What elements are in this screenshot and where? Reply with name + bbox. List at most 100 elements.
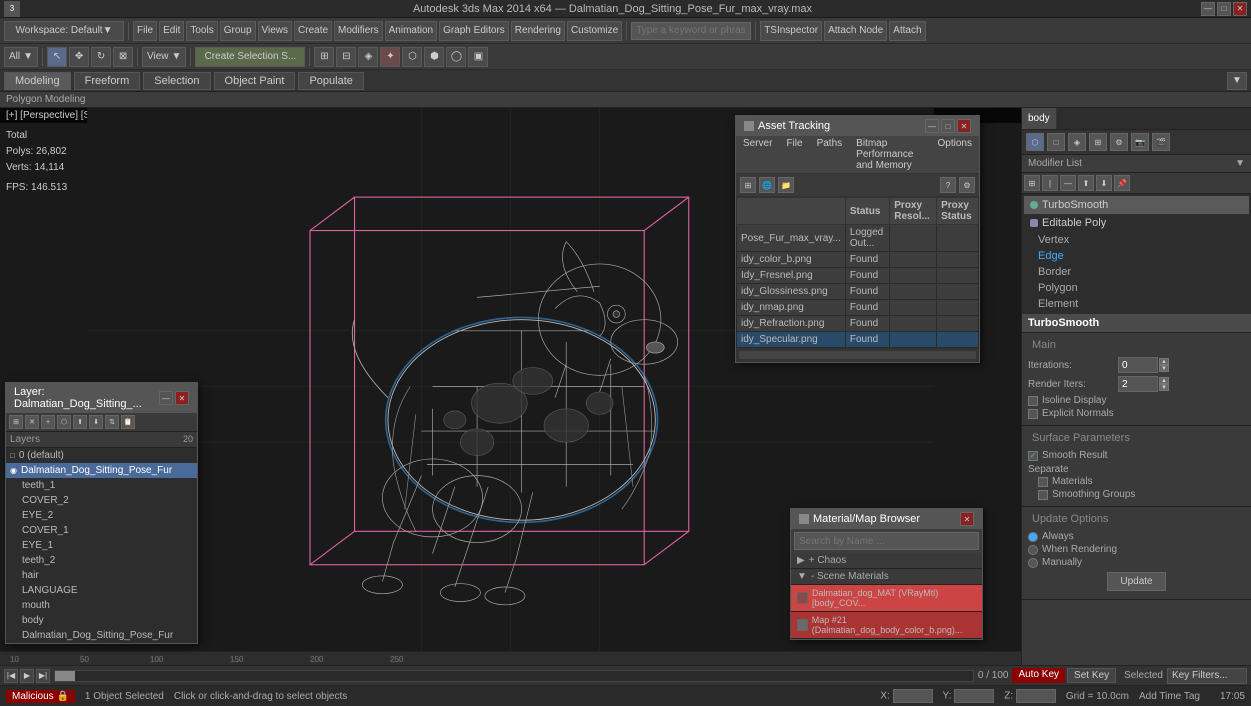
tool5[interactable]: ⬡ [402, 47, 422, 67]
tool8[interactable]: ▣ [468, 47, 488, 67]
rotate-tool[interactable]: ↻ [91, 47, 111, 67]
layer-item-eye1[interactable]: EYE_1 [6, 538, 197, 553]
tab-object-paint[interactable]: Object Paint [214, 72, 296, 90]
manually-option[interactable]: Manually [1028, 557, 1245, 568]
timeline-track[interactable] [54, 670, 974, 682]
ri-down[interactable]: ▼ [1159, 384, 1169, 391]
tool4[interactable]: ✦ [380, 47, 400, 67]
table-row[interactable]: idy_Specular.png Found [737, 332, 979, 348]
layer-item-default[interactable]: □ 0 (default) [6, 448, 197, 463]
customize-menu[interactable]: Customize [567, 21, 622, 41]
prev-frame-btn[interactable]: |◀ [4, 669, 18, 683]
rendering-menu[interactable]: Rendering [511, 21, 565, 41]
mod-icon-4[interactable]: ⬆ [1078, 175, 1094, 191]
table-row[interactable]: idy_nmap.png Found [737, 300, 979, 316]
render-iters-input[interactable] [1118, 376, 1158, 392]
mat-item-2[interactable]: Map #21 (Dalmatian_dog_body_color_b.png)… [791, 612, 982, 639]
mod-icon-1[interactable]: ⊞ [1024, 175, 1040, 191]
rp-icon-6[interactable]: 📷 [1131, 133, 1149, 151]
iterations-input[interactable] [1118, 357, 1158, 373]
modifier-editable-poly[interactable]: Editable Poly [1024, 214, 1249, 232]
sub-border[interactable]: Border [1024, 264, 1249, 280]
sub-vertex[interactable]: Vertex [1024, 232, 1249, 248]
options-btn[interactable]: ▼ [1227, 72, 1247, 90]
sub-edge[interactable]: Edge [1024, 248, 1249, 264]
tool7[interactable]: ◯ [446, 47, 466, 67]
tools-menu[interactable]: Tools [186, 21, 217, 41]
key-filter-dropdown[interactable]: Key Filters... [1167, 668, 1247, 684]
mat-item-1[interactable]: Dalmatian_dog_MAT (VRayMtl) [body_COV... [791, 585, 982, 612]
table-row[interactable]: idy_color_b.png Found [737, 252, 979, 268]
layer-item-eye2[interactable]: EYE_2 [6, 508, 197, 523]
tool6[interactable]: ⬢ [424, 47, 444, 67]
layer-btn-3[interactable]: + [41, 415, 55, 429]
create-menu[interactable]: Create [294, 21, 332, 41]
create-sel-btn[interactable]: Create Selection S... [195, 47, 305, 67]
layer-btn-6[interactable]: ⬇ [89, 415, 103, 429]
layer-btn-4[interactable]: ⬡ [57, 415, 71, 429]
tsinspector-btn[interactable]: TSInspector [760, 21, 822, 41]
asset-restore[interactable]: □ [941, 119, 955, 133]
mod-icon-5[interactable]: ⬇ [1096, 175, 1112, 191]
animation-menu[interactable]: Animation [385, 21, 437, 41]
modifiers-menu[interactable]: Modifiers [334, 21, 383, 41]
mat-close[interactable]: ✕ [960, 512, 974, 526]
rp-icon-7[interactable]: 🎬 [1152, 133, 1170, 151]
tool1[interactable]: ⊞ [314, 47, 334, 67]
layer-item-dalmatian[interactable]: ◉ Dalmatian_Dog_Sitting_Pose_Fur [6, 463, 197, 478]
tab-modeling[interactable]: Modeling [4, 72, 71, 90]
asset-menu-server[interactable]: Server [738, 137, 777, 172]
scene-materials-section[interactable]: ▼ - Scene Materials [791, 569, 982, 585]
edit-menu[interactable]: Edit [159, 21, 184, 41]
asset-menu-bitmap[interactable]: Bitmap Performance and Memory [851, 137, 928, 172]
close-button[interactable]: ✕ [1233, 2, 1247, 16]
attach-node-btn[interactable]: Attach Node [824, 21, 887, 41]
all-dropdown[interactable]: All▼ [4, 47, 38, 67]
graph-editors-menu[interactable]: Graph Editors [439, 21, 509, 41]
materials-check[interactable] [1038, 477, 1048, 487]
tab-selection[interactable]: Selection [143, 72, 210, 90]
rp-icon-4[interactable]: ⊞ [1089, 133, 1107, 151]
update-button[interactable]: Update [1107, 572, 1165, 591]
layer-item-cover2[interactable]: COVER_2 [6, 493, 197, 508]
table-row[interactable]: idy_Refraction.png Found [737, 316, 979, 332]
asset-tb-2[interactable]: 🌐 [759, 177, 775, 193]
layer-item-teeth2[interactable]: teeth_2 [6, 553, 197, 568]
when-rendering-radio[interactable] [1028, 545, 1038, 555]
layer-item-teeth1[interactable]: teeth_1 [6, 478, 197, 493]
mat-search-input[interactable] [794, 532, 979, 550]
asset-minimize[interactable]: — [925, 119, 939, 133]
set-key-btn[interactable]: Set Key [1067, 668, 1116, 683]
mod-icon-6[interactable]: 📌 [1114, 175, 1130, 191]
layer-item-hair[interactable]: hair [6, 568, 197, 583]
views-menu[interactable]: Views [258, 21, 293, 41]
asset-scrollbar[interactable] [739, 351, 976, 359]
layer-btn-7[interactable]: ⇅ [105, 415, 119, 429]
mod-icon-2[interactable]: | [1042, 175, 1058, 191]
isoline-check[interactable] [1028, 396, 1038, 406]
layer-btn-8[interactable]: 📋 [121, 415, 135, 429]
tab-freeform[interactable]: Freeform [74, 72, 141, 90]
move-tool[interactable]: ✥ [69, 47, 89, 67]
chaos-section[interactable]: ▶ + Chaos [791, 553, 982, 569]
select-tool[interactable]: ↖ [47, 47, 67, 67]
sub-element[interactable]: Element [1024, 296, 1249, 312]
table-row[interactable]: Pose_Fur_max_vray... Logged Out... [737, 225, 979, 252]
asset-tb-help[interactable]: ? [940, 177, 956, 193]
asset-close[interactable]: ✕ [957, 119, 971, 133]
layer-item-dalm2[interactable]: Dalmatian_Dog_Sitting_Pose_Fur [6, 628, 197, 643]
file-menu[interactable]: File [133, 21, 157, 41]
scale-tool[interactable]: ⊠ [113, 47, 133, 67]
explicit-normals-check[interactable] [1028, 409, 1038, 419]
iter-down[interactable]: ▼ [1159, 365, 1169, 372]
tool2[interactable]: ⊟ [336, 47, 356, 67]
attach-btn[interactable]: Attach [889, 21, 925, 41]
asset-tb-3[interactable]: 📁 [778, 177, 794, 193]
mod-icon-3[interactable]: — [1060, 175, 1076, 191]
group-menu[interactable]: Group [220, 21, 256, 41]
layer-close[interactable]: ✕ [175, 391, 189, 405]
layer-item-body[interactable]: body [6, 613, 197, 628]
when-rendering-option[interactable]: When Rendering [1028, 544, 1245, 555]
asset-menu-options[interactable]: Options [933, 137, 977, 172]
ri-up[interactable]: ▲ [1159, 377, 1169, 384]
